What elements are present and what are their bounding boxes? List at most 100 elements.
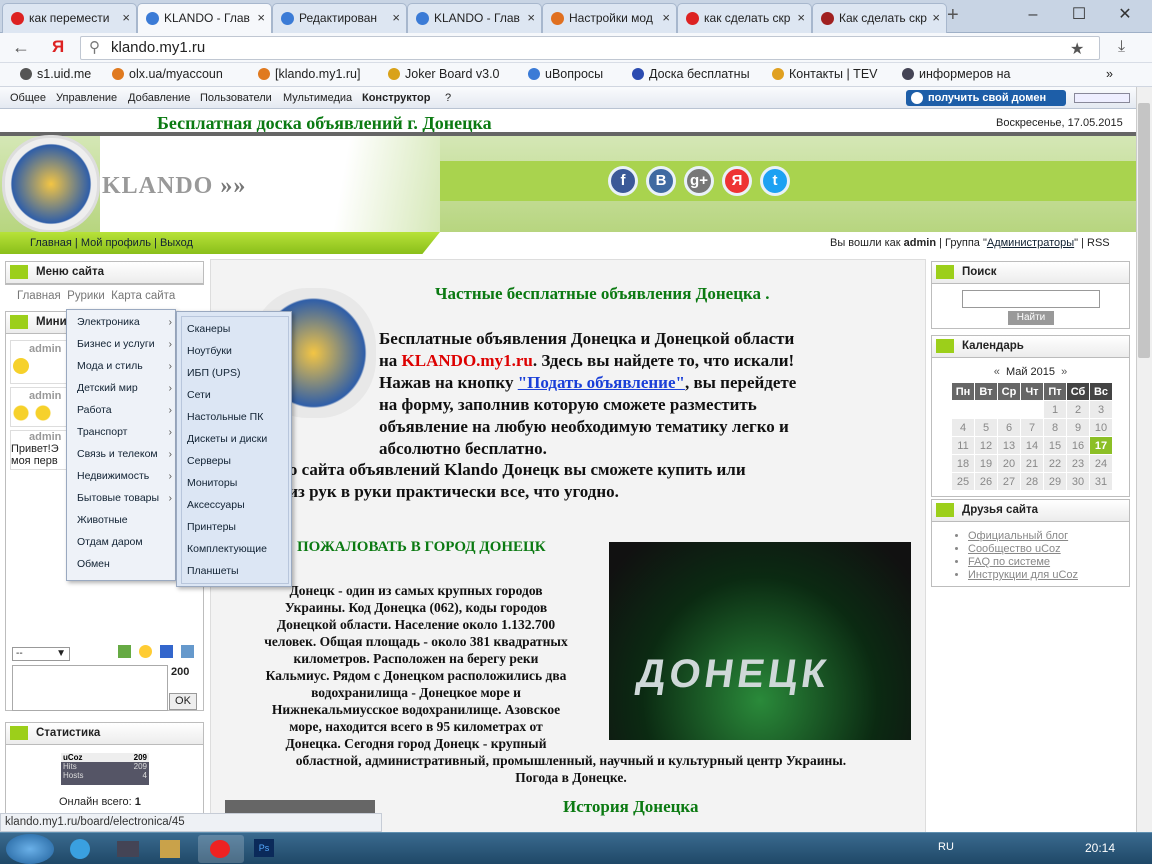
bookmark-item[interactable]: Доска бесплатны xyxy=(632,67,750,81)
electronics-menu-item[interactable]: Мониторы xyxy=(187,477,237,489)
language-indicator[interactable]: RU xyxy=(938,841,954,853)
calendar-next[interactable]: » xyxy=(1061,366,1067,378)
calendar-day[interactable]: 7 xyxy=(1021,419,1043,436)
bookmark-item[interactable]: информеров на xyxy=(902,67,1011,81)
calendar-day[interactable]: 1 xyxy=(1044,401,1066,418)
electronics-menu-item[interactable]: ИБП (UPS) xyxy=(187,367,240,379)
chat-select[interactable]: -- ▼ xyxy=(12,647,70,661)
facebook-icon[interactable]: f xyxy=(608,166,638,196)
electronics-menu-item[interactable]: Планшеты xyxy=(187,565,239,577)
electronics-menu-item[interactable]: Аксессуары xyxy=(187,499,245,511)
category-menu-item[interactable]: Работа › xyxy=(77,404,172,416)
category-menu-item[interactable]: Мода и стиль › xyxy=(77,360,172,372)
category-menu-item[interactable]: Обмен xyxy=(77,558,172,570)
get-domain-button[interactable]: получить свой домен xyxy=(906,90,1066,106)
menu-categories-link[interactable]: Рурики xyxy=(67,290,105,302)
search-input[interactable] xyxy=(962,290,1100,308)
user-nav-links[interactable]: Главная | Мой профиль | Выход xyxy=(30,237,193,249)
refresh-icon[interactable] xyxy=(118,645,131,658)
maximize-button[interactable]: ☐ xyxy=(1056,4,1102,24)
calendar-day[interactable]: 5 xyxy=(975,419,997,436)
friend-link[interactable]: FAQ по системе xyxy=(968,556,1078,569)
yandex-icon[interactable]: Я xyxy=(52,37,64,57)
calendar-day[interactable]: 21 xyxy=(1021,455,1043,472)
calendar-day[interactable]: 11 xyxy=(952,437,974,454)
friend-link[interactable]: Сообщество uCoz xyxy=(968,543,1078,556)
category-menu-item[interactable]: Животные xyxy=(77,514,172,526)
menu-sitemap-link[interactable]: Карта сайта xyxy=(111,290,175,302)
group-link[interactable]: Администраторы xyxy=(987,237,1074,249)
electronics-menu-item[interactable]: Сети xyxy=(187,389,211,401)
calendar-day[interactable]: 24 xyxy=(1090,455,1112,472)
calendar-day[interactable]: 23 xyxy=(1067,455,1089,472)
ucoz-menu-item[interactable]: ? xyxy=(445,92,451,104)
close-tab-icon[interactable]: × xyxy=(932,4,940,32)
ucoz-menu-item[interactable]: Пользователи xyxy=(200,92,272,104)
start-button[interactable] xyxy=(6,834,54,864)
vk-icon[interactable]: В xyxy=(646,166,676,196)
minimize-button[interactable]: – xyxy=(1010,6,1056,24)
calendar-day[interactable]: 13 xyxy=(998,437,1020,454)
bookmark-item[interactable]: Joker Board v3.0 xyxy=(388,67,500,81)
chat-ok-button[interactable]: OK xyxy=(169,693,197,710)
category-menu-item[interactable]: Бизнес и услуги › xyxy=(77,338,172,350)
calendar-day[interactable]: 8 xyxy=(1044,419,1066,436)
calendar-day[interactable]: 4 xyxy=(952,419,974,436)
ucoz-menu-item[interactable]: Добавление xyxy=(128,92,190,104)
star-icon[interactable]: ★ xyxy=(1070,39,1084,59)
scrollbar-thumb[interactable] xyxy=(1138,103,1150,358)
ucoz-menu-item[interactable]: Общее xyxy=(10,92,46,104)
close-tab-icon[interactable]: × xyxy=(122,4,130,32)
calendar-day[interactable]: 2 xyxy=(1067,401,1089,418)
yandex-browser-taskbar[interactable] xyxy=(198,835,244,863)
bookmark-item[interactable]: [klando.my1.ru] xyxy=(258,67,360,81)
calendar-day[interactable]: 26 xyxy=(975,473,997,490)
electronics-menu-item[interactable]: Серверы xyxy=(187,455,231,467)
category-menu-item[interactable]: Транспорт › xyxy=(77,426,172,438)
calendar-day[interactable]: 28 xyxy=(1021,473,1043,490)
close-tab-icon[interactable]: × xyxy=(257,4,265,32)
browser-tab[interactable]: Настройки мод × xyxy=(542,3,677,33)
close-tab-icon[interactable]: × xyxy=(662,4,670,32)
calendar-day[interactable]: 30 xyxy=(1067,473,1089,490)
browser-tab[interactable]: Как сделать скр × xyxy=(812,3,947,33)
download-icon[interactable]: ⤓ xyxy=(1118,38,1125,56)
bookmark-item[interactable]: s1.uid.me xyxy=(20,67,91,81)
calendar-day[interactable]: 16 xyxy=(1067,437,1089,454)
google-plus-icon[interactable]: g+ xyxy=(684,166,714,196)
yandex-icon[interactable]: Я xyxy=(722,166,752,196)
bold-icon[interactable] xyxy=(160,645,173,658)
ucoz-menu-item[interactable]: Мультимедиа xyxy=(283,92,352,104)
category-menu-item[interactable]: Бытовые товары › xyxy=(77,492,172,504)
electronics-menu-item[interactable]: Принтеры xyxy=(187,521,236,533)
calendar-day[interactable]: 6 xyxy=(998,419,1020,436)
category-menu-item[interactable]: Детский мир › xyxy=(77,382,172,394)
smiley-icon[interactable] xyxy=(139,645,152,658)
calendar-day[interactable]: 27 xyxy=(998,473,1020,490)
media-icon[interactable] xyxy=(117,841,139,857)
calendar-day[interactable]: 22 xyxy=(1044,455,1066,472)
menu-home-link[interactable]: Главная xyxy=(17,290,61,302)
clock[interactable]: 20:14 xyxy=(1085,841,1115,855)
calendar-day[interactable]: 25 xyxy=(952,473,974,490)
friend-link[interactable]: Официальный блог xyxy=(968,530,1078,543)
calendar-day[interactable]: 14 xyxy=(1021,437,1043,454)
image-icon[interactable] xyxy=(181,645,194,658)
ucoz-menu-item[interactable]: Конструктор xyxy=(362,92,430,104)
close-tab-icon[interactable]: × xyxy=(797,4,805,32)
electronics-menu-item[interactable]: Дискеты и диски xyxy=(187,433,267,445)
electronics-menu-item[interactable]: Ноутбуки xyxy=(187,345,232,357)
calendar-day[interactable]: 20 xyxy=(998,455,1020,472)
electronics-menu-item[interactable]: Комплектующие xyxy=(187,543,267,555)
browser-tab[interactable]: Редактирован × xyxy=(272,3,407,33)
calendar-day[interactable]: 15 xyxy=(1044,437,1066,454)
search-button[interactable]: Найти xyxy=(1008,311,1054,325)
calendar-day[interactable]: 29 xyxy=(1044,473,1066,490)
ucoz-menu-item[interactable]: Управление xyxy=(56,92,117,104)
category-menu-item[interactable]: Электроника › xyxy=(77,316,172,328)
calendar-prev[interactable]: « xyxy=(994,366,1000,378)
toolbar-slider[interactable] xyxy=(1074,93,1130,103)
close-tab-icon[interactable]: × xyxy=(527,4,535,32)
calendar-day[interactable]: 10 xyxy=(1090,419,1112,436)
calendar-day[interactable]: 12 xyxy=(975,437,997,454)
